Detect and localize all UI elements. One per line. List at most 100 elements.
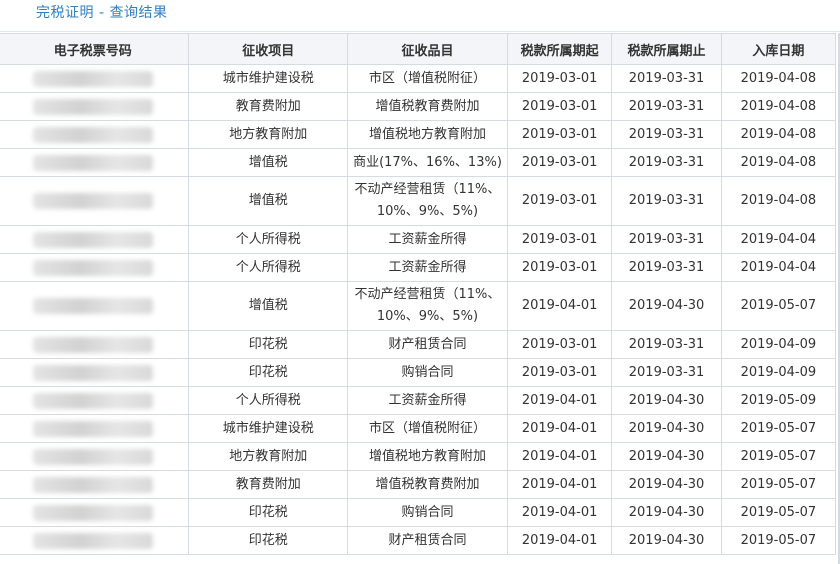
table-header-row: 电子税票号码 征收项目 征收品目 税款所属期起 税款所属期止 入库日期 [0, 33, 837, 65]
tax-item-cell: 个人所得税 [188, 386, 349, 415]
period-start-cell: 2019-04-01 [506, 414, 613, 443]
period-start-cell: 2019-04-01 [506, 526, 613, 555]
tax-subitem-cell: 商业(17%、16%、13%) [347, 148, 508, 177]
tax-subitem-cell: 工资薪金所得 [347, 253, 508, 282]
tax-item-cell: 教育费附加 [188, 470, 349, 499]
period-end-cell: 2019-04-30 [611, 414, 722, 443]
table-row[interactable]: 城市维护建设税 市区（增值税附征） 2019-04-01 2019-04-30 … [0, 414, 837, 443]
table-row[interactable]: 印花税 购销合同 2019-03-01 2019-03-31 2019-04-0… [0, 358, 837, 387]
tax-subitem-cell: 增值税教育费附加 [347, 470, 508, 499]
redacted-mask [32, 70, 153, 87]
redacted-mask [32, 154, 153, 171]
period-end-cell: 2019-04-30 [611, 442, 722, 471]
redacted-mask [32, 392, 153, 409]
tax-subitem-cell: 增值税地方教育附加 [347, 442, 508, 471]
storage-date-cell: 2019-04-04 [720, 225, 837, 254]
tax-item-cell: 增值税 [188, 176, 349, 226]
period-end-cell: 2019-03-31 [611, 92, 722, 121]
period-start-cell: 2019-04-01 [506, 281, 613, 331]
table-row[interactable]: 地方教育附加 增值税地方教育附加 2019-03-01 2019-03-31 2… [0, 120, 837, 149]
table-row[interactable]: 地方教育附加 增值税地方教育附加 2019-04-01 2019-04-30 2… [0, 442, 837, 471]
header-tax-item[interactable]: 征收项目 [188, 33, 349, 65]
table-row[interactable]: 教育费附加 增值税教育费附加 2019-04-01 2019-04-30 201… [0, 470, 837, 499]
redacted-mask [32, 532, 153, 549]
storage-date-cell: 2019-04-08 [720, 92, 837, 121]
tax-subitem-cell: 增值税教育费附加 [347, 92, 508, 121]
storage-date-cell: 2019-04-08 [720, 120, 837, 149]
page-title: 完税证明 - 查询结果 [36, 5, 168, 21]
tax-subitem-cell: 增值税地方教育附加 [347, 120, 508, 149]
storage-date-cell: 2019-04-09 [720, 330, 837, 359]
table-row[interactable]: 个人所得税 工资薪金所得 2019-04-01 2019-04-30 2019-… [0, 386, 837, 415]
tax-item-cell: 城市维护建设税 [188, 414, 349, 443]
period-start-cell: 2019-03-01 [506, 120, 613, 149]
redacted-mask [32, 98, 153, 115]
header-ticket-number[interactable]: 电子税票号码 [0, 33, 190, 65]
ticket-number-cell [0, 281, 190, 331]
header-period-start[interactable]: 税款所属期起 [506, 33, 613, 65]
tax-item-cell: 增值税 [188, 281, 349, 331]
tax-item-cell: 地方教育附加 [188, 120, 349, 149]
period-start-cell: 2019-03-01 [506, 176, 613, 226]
tax-subitem-cell: 财产租赁合同 [347, 330, 508, 359]
table-row[interactable]: 增值税 商业(17%、16%、13%) 2019-03-01 2019-03-3… [0, 148, 837, 177]
redacted-mask [32, 420, 153, 437]
period-end-cell: 2019-04-30 [611, 526, 722, 555]
tax-subitem-cell: 购销合同 [347, 358, 508, 387]
storage-date-cell: 2019-04-08 [720, 64, 837, 93]
tax-item-cell: 印花税 [188, 498, 349, 527]
table-row[interactable]: 印花税 财产租赁合同 2019-04-01 2019-04-30 2019-05… [0, 526, 837, 555]
tax-item-cell: 增值税 [188, 148, 349, 177]
table-row[interactable]: 印花税 财产租赁合同 2019-03-01 2019-03-31 2019-04… [0, 330, 837, 359]
table-row[interactable]: 增值税 不动产经营租赁（11%、10%、9%、5%) 2019-03-01 20… [0, 176, 837, 226]
tax-item-cell: 个人所得税 [188, 253, 349, 282]
table-row[interactable]: 增值税 不动产经营租赁（11%、10%、9%、5%) 2019-04-01 20… [0, 281, 837, 331]
ticket-number-cell [0, 358, 190, 387]
ticket-number-cell [0, 414, 190, 443]
storage-date-cell: 2019-05-07 [720, 281, 837, 331]
tax-item-cell: 印花税 [188, 330, 349, 359]
period-start-cell: 2019-04-01 [506, 442, 613, 471]
table-row[interactable]: 个人所得税 工资薪金所得 2019-03-01 2019-03-31 2019-… [0, 225, 837, 254]
ticket-number-cell [0, 386, 190, 415]
period-end-cell: 2019-03-31 [611, 358, 722, 387]
table-row[interactable]: 城市维护建设税 市区（增值税附征） 2019-03-01 2019-03-31 … [0, 64, 837, 93]
period-end-cell: 2019-03-31 [611, 176, 722, 226]
period-start-cell: 2019-03-01 [506, 148, 613, 177]
ticket-number-cell [0, 442, 190, 471]
redacted-mask [32, 231, 153, 248]
tax-subitem-cell: 不动产经营租赁（11%、10%、9%、5%) [347, 176, 508, 226]
period-start-cell: 2019-03-01 [506, 253, 613, 282]
ticket-number-cell [0, 176, 190, 226]
header-period-end[interactable]: 税款所属期止 [611, 33, 722, 65]
period-start-cell: 2019-04-01 [506, 470, 613, 499]
storage-date-cell: 2019-04-04 [720, 253, 837, 282]
header-storage-date[interactable]: 入库日期 [720, 33, 837, 65]
period-end-cell: 2019-04-30 [611, 281, 722, 331]
tax-subitem-cell: 工资薪金所得 [347, 225, 508, 254]
tax-item-cell: 教育费附加 [188, 92, 349, 121]
period-start-cell: 2019-03-01 [506, 225, 613, 254]
table-row[interactable]: 教育费附加 增值税教育费附加 2019-03-01 2019-03-31 201… [0, 92, 837, 121]
redacted-mask [32, 364, 153, 381]
table-row[interactable]: 印花税 购销合同 2019-04-01 2019-04-30 2019-05-0… [0, 498, 837, 527]
tax-subitem-cell: 不动产经营租赁（11%、10%、9%、5%) [347, 281, 508, 331]
tax-result-table: 电子税票号码 征收项目 征收品目 税款所属期起 税款所属期止 入库日期 城市维护… [0, 33, 837, 555]
tax-item-cell: 地方教育附加 [188, 442, 349, 471]
tax-subitem-cell: 工资薪金所得 [347, 386, 508, 415]
period-end-cell: 2019-04-30 [611, 470, 722, 499]
header-tax-subitem[interactable]: 征收品目 [347, 33, 508, 65]
redacted-mask [32, 298, 153, 314]
storage-date-cell: 2019-05-07 [720, 414, 837, 443]
redacted-mask [32, 126, 153, 143]
table-row[interactable]: 个人所得税 工资薪金所得 2019-03-01 2019-03-31 2019-… [0, 253, 837, 282]
storage-date-cell: 2019-04-09 [720, 358, 837, 387]
ticket-number-cell [0, 148, 190, 177]
storage-date-cell: 2019-05-07 [720, 470, 837, 499]
ticket-number-cell [0, 253, 190, 282]
period-end-cell: 2019-03-31 [611, 120, 722, 149]
ticket-number-cell [0, 470, 190, 499]
redacted-mask [32, 504, 153, 521]
period-start-cell: 2019-04-01 [506, 386, 613, 415]
tax-subitem-cell: 市区（增值税附征） [347, 414, 508, 443]
